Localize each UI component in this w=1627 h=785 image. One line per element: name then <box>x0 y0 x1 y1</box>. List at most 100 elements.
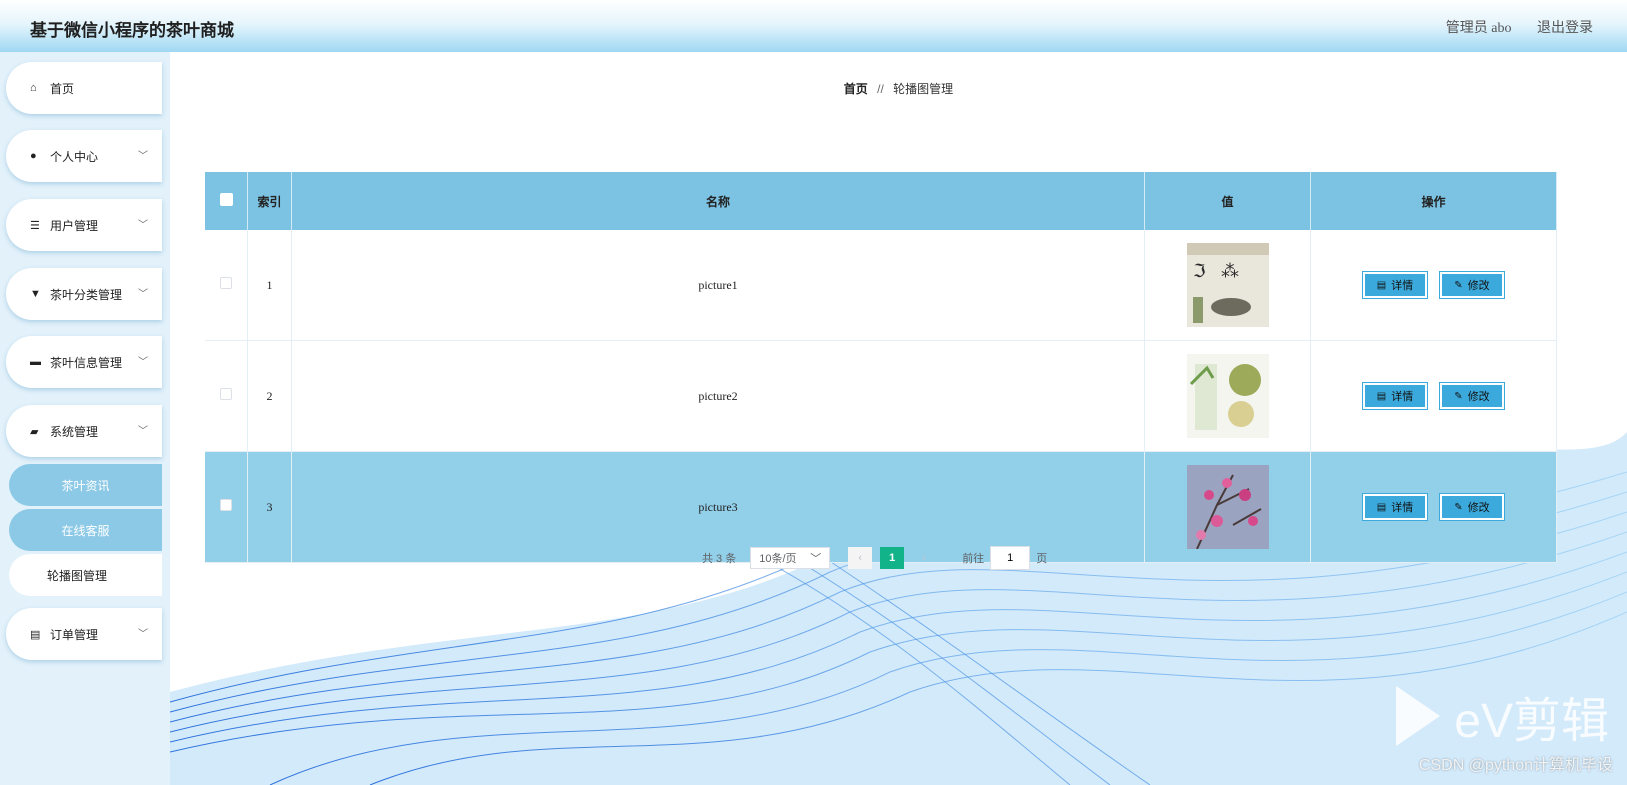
column-header-name: 名称 <box>291 172 1145 230</box>
sidebar-item-system[interactable]: ▰ 系统管理 ﹀ <box>6 405 162 457</box>
row-action-cell: ▤ 详情 ✎ 修改 <box>1310 340 1557 452</box>
carousel-thumbnail: ℑ ⁂ <box>1186 243 1269 327</box>
sidebar-subitem-carousel[interactable]: 轮播图管理 <box>9 554 162 596</box>
ticket-icon: ▰ <box>30 425 39 438</box>
goto-page-input[interactable] <box>990 546 1031 570</box>
sidebar-item-label: 系统管理 <box>50 424 99 439</box>
sidebar: ⌂ 首页 ● 个人中心 ﹀ ☰ 用户管理 ﹀ ▼ 茶叶分类管理 ﹀ ▬ 茶叶信息… <box>0 52 170 785</box>
edit-button[interactable]: ✎ 修改 <box>1439 382 1505 410</box>
detail-button-label: 详情 <box>1391 391 1414 403</box>
row-checkbox[interactable] <box>220 388 232 400</box>
edit-button[interactable]: ✎ 修改 <box>1439 493 1505 521</box>
sidebar-item-label: 首页 <box>50 81 75 96</box>
row-value-cell <box>1144 451 1311 563</box>
breadcrumb-current: 轮播图管理 <box>893 82 954 96</box>
edit-button-label: 修改 <box>1467 280 1490 292</box>
svg-text:⁂: ⁂ <box>1221 261 1239 281</box>
column-header-value: 值 <box>1144 172 1311 230</box>
chevron-down-icon: ﹀ <box>138 151 148 162</box>
row-action-cell: ▤ 详情 ✎ 修改 <box>1310 230 1557 341</box>
sidebar-subitem-online-service[interactable]: 在线客服 <box>9 509 162 551</box>
select-all-cell <box>205 172 248 230</box>
page-number-button[interactable]: 1 <box>880 547 905 569</box>
sidebar-item-tea-category[interactable]: ▼ 茶叶分类管理 ﹀ <box>6 268 162 320</box>
row-select-cell <box>205 340 248 452</box>
detail-button[interactable]: ▤ 详情 <box>1362 271 1428 299</box>
breadcrumb: 首页 // 轮播图管理 <box>170 80 1627 97</box>
chevron-down-icon: ﹀ <box>138 629 148 640</box>
row-value-cell <box>1144 340 1311 452</box>
sidebar-item-label: 订单管理 <box>50 627 99 642</box>
chevron-left-icon: ‹ <box>858 552 863 564</box>
column-header-index: 索引 <box>247 172 292 230</box>
list-icon: ☰ <box>30 219 40 232</box>
sidebar-item-tea-info[interactable]: ▬ 茶叶信息管理 ﹀ <box>6 336 162 388</box>
row-index: 3 <box>247 451 292 563</box>
detail-button-label: 详情 <box>1391 280 1414 292</box>
page-jump: 前往 页 <box>962 546 1047 570</box>
pencil-icon: ✎ <box>1454 279 1463 291</box>
sidebar-item-orders[interactable]: ▤ 订单管理 ﹀ <box>6 608 162 660</box>
sidebar-item-label: 茶叶信息管理 <box>50 355 123 370</box>
sidebar-item-label: 茶叶分类管理 <box>50 287 123 302</box>
next-page-button[interactable]: › <box>912 547 936 569</box>
home-icon: ⌂ <box>30 82 37 94</box>
document-icon: ▤ <box>1376 390 1387 402</box>
sidebar-item-personal-center[interactable]: ● 个人中心 ﹀ <box>6 130 162 182</box>
sidebar-item-label: 用户管理 <box>50 218 99 233</box>
breadcrumb-separator: // <box>877 82 884 96</box>
detail-button[interactable]: ▤ 详情 <box>1362 382 1428 410</box>
document-icon: ▤ <box>1376 279 1387 291</box>
document-icon: ▤ <box>1376 501 1387 513</box>
carousel-thumbnail <box>1186 465 1269 549</box>
row-checkbox[interactable] <box>220 499 232 511</box>
goto-prefix: 前往 <box>962 553 985 565</box>
row-name: picture1 <box>291 230 1145 341</box>
row-select-cell <box>205 451 248 563</box>
svg-text:ℑ: ℑ <box>1193 261 1206 281</box>
edit-button-label: 修改 <box>1467 502 1490 514</box>
detail-button-label: 详情 <box>1391 502 1414 514</box>
row-action-cell: ▤ 详情 ✎ 修改 <box>1310 451 1557 563</box>
chevron-down-icon: ﹀ <box>810 553 822 565</box>
document-icon: ▤ <box>30 628 41 641</box>
logout-link[interactable]: 退出登录 <box>1537 21 1593 36</box>
category-icon: ▼ <box>30 288 41 300</box>
edit-button[interactable]: ✎ 修改 <box>1439 271 1505 299</box>
chevron-down-icon: ﹀ <box>138 357 148 368</box>
column-header-action: 操作 <box>1310 172 1557 230</box>
sidebar-subitem-tea-news[interactable]: 茶叶资讯 <box>9 464 162 506</box>
main-content: 首页 // 轮播图管理 索引 名称 值 操作 1 picture1 ℑ ⁂ ▤ … <box>170 52 1627 785</box>
table-header-row: 索引 名称 值 操作 <box>205 172 1557 230</box>
pagination-total: 共 3 条 <box>702 553 737 565</box>
row-name: picture2 <box>291 340 1145 452</box>
ev-watermark: eV剪辑 <box>1396 681 1609 751</box>
csdn-credit: CSDN @python计算机毕设 <box>1418 757 1613 774</box>
detail-button[interactable]: ▤ 详情 <box>1362 493 1428 521</box>
goto-suffix: 页 <box>1036 553 1048 565</box>
user-area: 管理员 abo 退出登录 <box>1424 17 1593 37</box>
sidebar-item-user-management[interactable]: ☰ 用户管理 ﹀ <box>6 199 162 251</box>
page-size-value: 10条/页 <box>759 553 797 565</box>
watermark-brand: eV剪辑 <box>1454 695 1609 748</box>
select-all-checkbox[interactable] <box>219 193 233 206</box>
user-label: 管理员 abo <box>1445 21 1512 36</box>
breadcrumb-home[interactable]: 首页 <box>844 82 868 96</box>
row-value-cell: ℑ ⁂ <box>1144 230 1311 341</box>
edit-button-label: 修改 <box>1467 391 1490 403</box>
pagination: 共 3 条 10条/页 ﹀ ‹ 1 › 前往 页 <box>702 546 1047 570</box>
prev-page-button[interactable]: ‹ <box>848 547 873 569</box>
user-icon: ● <box>30 150 37 162</box>
row-checkbox[interactable] <box>220 277 232 289</box>
table-row: 2 picture2 ▤ 详情 ✎ 修改 <box>205 340 1557 452</box>
sidebar-item-label: 个人中心 <box>50 149 99 164</box>
play-logo-icon <box>1396 686 1441 746</box>
pencil-icon: ✎ <box>1454 390 1463 402</box>
row-index: 2 <box>247 340 292 452</box>
row-index: 1 <box>247 230 292 341</box>
chevron-right-icon: › <box>922 552 927 564</box>
top-bar: 基于微信小程序的茶叶商城 管理员 abo 退出登录 <box>0 0 1627 53</box>
page-size-select[interactable]: 10条/页 ﹀ <box>750 547 831 569</box>
sidebar-item-home[interactable]: ⌂ 首页 <box>6 62 162 114</box>
chevron-down-icon: ﹀ <box>138 220 148 231</box>
